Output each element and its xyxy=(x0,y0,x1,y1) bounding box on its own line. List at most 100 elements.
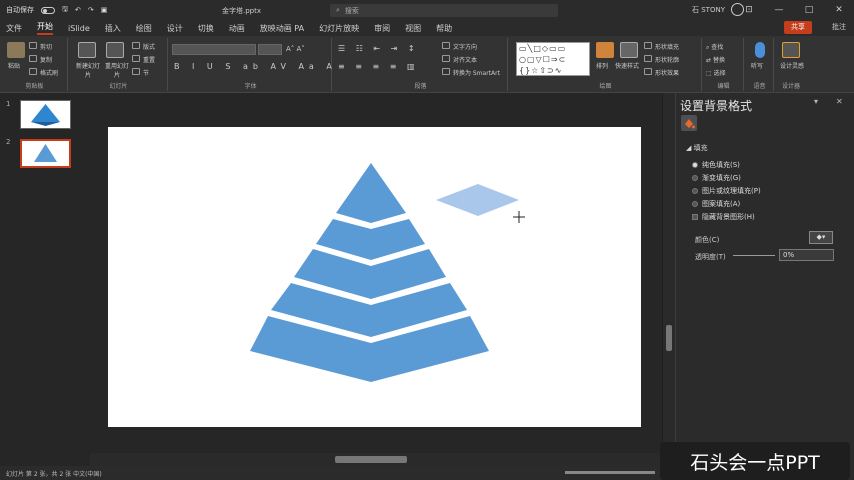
font-name-input[interactable] xyxy=(172,44,256,55)
close-button[interactable]: ✕ xyxy=(824,0,854,20)
reuse-slides-icon[interactable] xyxy=(106,42,124,58)
tab-file[interactable]: 文件 xyxy=(6,23,22,34)
select-button[interactable]: ⬚ 选择 xyxy=(706,68,726,77)
reset-button[interactable]: 重置 xyxy=(132,55,155,64)
shape-outline-button[interactable]: 形状轮廓 xyxy=(644,55,679,64)
align-text-button[interactable]: 对齐文本 xyxy=(442,55,477,64)
share-button[interactable]: 共享 xyxy=(784,21,812,34)
smartart-button[interactable]: 转换为 SmartArt xyxy=(442,68,500,77)
fill-bucket-icon[interactable] xyxy=(681,115,697,131)
quick-styles-icon[interactable] xyxy=(620,42,638,58)
format-painter-button[interactable]: 格式刷 xyxy=(29,68,58,77)
checkbox-icon xyxy=(692,214,698,220)
zoom-slider[interactable] xyxy=(565,471,655,474)
section-button[interactable]: 节 xyxy=(132,68,149,77)
minimize-button[interactable]: — xyxy=(764,0,794,20)
paste-label[interactable]: 粘贴 xyxy=(8,61,20,70)
hide-background-checkbox[interactable]: 隐藏背景图形(H) xyxy=(692,212,755,222)
radio-picture-fill[interactable]: 图片或纹理填充(P) xyxy=(692,186,761,196)
maximize-button[interactable]: □ xyxy=(794,0,824,20)
radio-gradient-fill[interactable]: 渐变填充(G) xyxy=(692,173,741,183)
transparency-label: 透明度(T) xyxy=(695,253,726,261)
tab-transitions[interactable]: 切换 xyxy=(198,23,214,34)
editing-group-label: 编辑 xyxy=(717,83,730,90)
pane-options-icon[interactable]: ▾ xyxy=(814,97,818,106)
design-ideas-icon[interactable] xyxy=(782,42,800,58)
comment-button[interactable]: 批注 xyxy=(832,21,846,34)
tab-view[interactable]: 视图 xyxy=(405,23,421,34)
list-buttons[interactable]: ☰ ☷ ⇤ ⇥ ↕ xyxy=(338,44,419,53)
tab-home[interactable]: 开始 xyxy=(37,21,53,35)
ghost-rhombus-shape[interactable] xyxy=(436,184,519,216)
vertical-scrollbar[interactable] xyxy=(663,93,675,466)
pane-close-icon[interactable]: ✕ xyxy=(836,97,843,106)
fill-section-header[interactable]: ◢ 填充 xyxy=(686,143,708,153)
thumbnail-pyramid xyxy=(31,104,60,126)
arrange-label[interactable]: 排列 xyxy=(596,61,608,70)
tab-help[interactable]: 帮助 xyxy=(436,23,452,34)
new-slide-icon[interactable] xyxy=(78,42,96,58)
font-group-label: 字体 xyxy=(244,83,257,90)
transparency-input[interactable]: 0% xyxy=(779,249,834,261)
pyramid-layer-2[interactable] xyxy=(316,219,425,260)
radio-solid-fill[interactable]: 纯色填充(S) xyxy=(692,160,740,170)
present-icon[interactable]: ▣ xyxy=(101,6,108,14)
find-button[interactable]: ⌕ 查找 xyxy=(706,42,723,52)
font-style-buttons[interactable]: B I U S ab AV Aa A xyxy=(174,62,337,71)
user-name[interactable]: 石 STONY xyxy=(692,5,725,15)
thumb-number: 2 xyxy=(6,138,11,146)
paste-icon[interactable] xyxy=(7,42,25,58)
tab-slideshow[interactable]: 幻灯片放映 xyxy=(319,23,359,34)
quick-styles-label[interactable]: 快速样式 xyxy=(615,61,639,70)
save-icon[interactable]: 🖫 xyxy=(62,5,68,16)
slides-group-label: 幻灯片 xyxy=(109,83,128,90)
layout-button[interactable]: 版式 xyxy=(132,42,155,51)
radio-icon xyxy=(692,201,698,207)
replace-button[interactable]: ⇄ 替换 xyxy=(706,55,725,64)
redo-icon[interactable]: ↷ xyxy=(88,6,94,14)
search-box[interactable]: ⌕ 搜索 xyxy=(330,4,558,17)
horizontal-scroll-thumb[interactable] xyxy=(335,456,407,463)
ribbon-display-icon[interactable]: ⊡ xyxy=(734,0,764,20)
tab-animations[interactable]: 动画 xyxy=(229,23,245,34)
pyramid-diagram xyxy=(250,163,525,382)
tab-islide[interactable]: iSlide xyxy=(68,24,90,33)
undo-icon[interactable]: ↶ xyxy=(75,6,81,14)
transparency-slider[interactable] xyxy=(733,255,775,256)
microphone-icon[interactable] xyxy=(755,42,765,58)
slide-canvas[interactable] xyxy=(108,127,641,427)
tab-insert[interactable]: 插入 xyxy=(105,23,121,34)
shapes-gallery[interactable]: ▭╲□◇▭▭ ○▢▽☐⇒⊂ {}☆⇧⊃∿ xyxy=(516,42,590,76)
radio-pattern-fill[interactable]: 图案填充(A) xyxy=(692,199,740,209)
align-buttons[interactable]: ≡ ≡ ≡ ≡ ▥ xyxy=(338,62,419,71)
fill-section-label: 填充 xyxy=(693,144,708,152)
font-size-input[interactable] xyxy=(258,44,282,55)
font-grow-icon[interactable]: A˄ A˅ xyxy=(286,45,305,53)
designer-group: 设计灵感 设计器 xyxy=(776,38,806,91)
slide-thumbnail-selected[interactable] xyxy=(20,139,71,168)
tab-draw[interactable]: 绘图 xyxy=(136,23,152,34)
slide-thumbnail[interactable] xyxy=(20,100,71,129)
align-text-label: 对齐文本 xyxy=(453,57,478,64)
document-title: 金字塔.pptx xyxy=(222,7,261,15)
radio-icon xyxy=(692,188,698,194)
dictate-label[interactable]: 听写 xyxy=(751,61,763,70)
shape-fill-button[interactable]: 形状填充 xyxy=(644,42,679,51)
color-picker-button[interactable]: ◆▾ xyxy=(809,231,833,244)
text-direction-button[interactable]: 文字方向 xyxy=(442,42,477,51)
cut-button[interactable]: 剪切 xyxy=(29,42,52,51)
new-slide-label[interactable]: 新建幻灯片 xyxy=(74,61,102,79)
tab-pa-animation[interactable]: 放映动画 PA xyxy=(260,23,304,34)
autosave-toggle[interactable] xyxy=(41,6,55,14)
design-ideas-label[interactable]: 设计灵感 xyxy=(778,61,806,70)
pyramid-layer-1[interactable] xyxy=(336,163,406,223)
tab-design[interactable]: 设计 xyxy=(167,23,183,34)
tab-review[interactable]: 审阅 xyxy=(374,23,390,34)
vertical-scroll-thumb[interactable] xyxy=(666,325,672,351)
cut-label: 剪切 xyxy=(40,44,53,51)
reuse-slides-label[interactable]: 重用幻灯片 xyxy=(103,61,131,79)
radio-label: 图片或纹理填充(P) xyxy=(702,187,761,195)
arrange-icon[interactable] xyxy=(596,42,614,58)
copy-button[interactable]: 复制 xyxy=(29,55,52,64)
shape-effects-button[interactable]: 形状效果 xyxy=(644,68,679,77)
